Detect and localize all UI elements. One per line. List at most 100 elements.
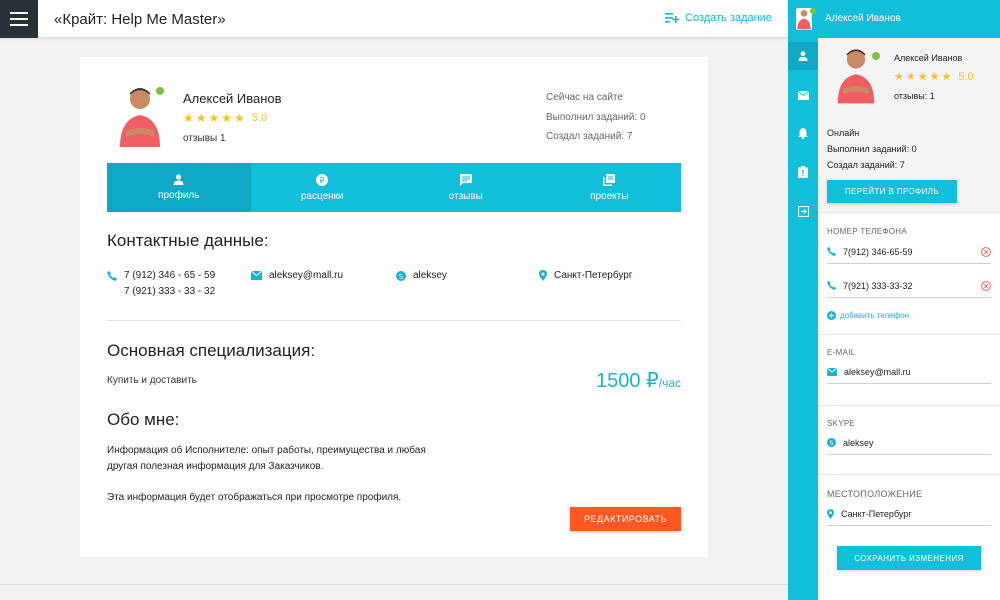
status-online: Сейчас на сайте — [546, 92, 623, 103]
star-icon: ★ — [208, 111, 220, 125]
mail-icon — [797, 90, 809, 100]
ruble-icon: ₽ — [316, 173, 329, 186]
star-icon: ★ — [941, 71, 952, 83]
phone-field-1[interactable]: 7(912) 346-65-59 — [827, 240, 991, 264]
panel-reviews: отзывы: 1 — [894, 91, 935, 101]
location-icon — [827, 508, 834, 519]
mail-icon — [827, 367, 837, 376]
phone-icon — [827, 247, 836, 256]
location-label: МЕСТОПОЛОЖЕНИЕ — [827, 489, 923, 499]
header-user-name: Алексей Иванов — [825, 13, 901, 24]
divider — [818, 405, 1000, 406]
panel-header: Алексей Иванов — [788, 0, 1000, 38]
skype-value: aleksey — [843, 437, 874, 448]
person-icon — [798, 51, 808, 61]
svg-text:S: S — [830, 440, 834, 447]
divider — [107, 320, 681, 321]
tasks-created: Создал заданий: 7 — [546, 131, 633, 142]
svg-text:S: S — [399, 273, 404, 281]
top-bar: «Крайт: Help Me Master» Создать задание — [0, 0, 788, 38]
specialization-text: Купить и доставить — [107, 375, 197, 386]
save-changes-button[interactable]: СОХРАНИТЬ ИЗМЕНЕНИЯ — [837, 546, 981, 570]
contact-phone-1: 7 (912) 346 - 65 - 59 — [124, 270, 216, 281]
remove-icon[interactable] — [981, 246, 991, 257]
price: 1500 ₽/час — [596, 368, 681, 393]
skype-icon: S — [827, 438, 836, 447]
create-task-label: Создать задание — [685, 12, 772, 24]
panel-tasks-created: Создал заданий: 7 — [827, 160, 905, 170]
about-note: Эта информация будет отображаться при пр… — [107, 492, 402, 503]
divider — [818, 474, 1000, 475]
contact-phone-2: 7 (921) 333 - 33 - 32 — [124, 286, 216, 297]
go-to-profile-button[interactable]: ПЕРЕЙТИ В ПРОФИЛЬ — [827, 180, 957, 203]
phone-label: НОМЕР ТЕЛЕФОНА — [827, 227, 907, 236]
online-indicator — [156, 87, 164, 95]
tab-label: расценки — [300, 190, 344, 202]
price-unit: /час — [658, 376, 681, 390]
tab-label: профиль — [158, 190, 200, 201]
logout-icon — [797, 205, 809, 217]
star-icon: ★ — [195, 111, 207, 125]
tab-projects[interactable]: проекты — [538, 163, 682, 212]
rating-score: 5.0 — [251, 112, 268, 124]
reviews-count[interactable]: отзывы 1 — [183, 133, 226, 144]
star-icon: ★ — [905, 71, 916, 83]
location-value: Санкт-Петербург — [841, 508, 912, 519]
contacts-title: Контактные данные: — [107, 231, 269, 250]
tab-label: проекты — [590, 190, 629, 202]
add-phone-button[interactable]: добавить телефон — [827, 311, 909, 320]
star-icon: ★ — [929, 71, 940, 83]
panel-rating-stars: ★ ★ ★ ★ ★ 5.0 — [894, 70, 974, 84]
profile-tabs: профиль ₽ расценки отзывы проекты — [107, 163, 681, 212]
phone-icon — [107, 271, 117, 281]
star-icon: ★ — [917, 71, 928, 83]
comment-icon — [459, 173, 472, 186]
specialization-title: Основная специализация: — [107, 341, 316, 360]
star-icon: ★ — [234, 111, 245, 125]
skype-field[interactable]: S aleksey — [827, 431, 991, 455]
rail-notifications[interactable] — [788, 119, 818, 147]
tab-reviews[interactable]: отзывы — [394, 163, 538, 212]
email-field[interactable]: aleksey@mall.ru — [827, 360, 991, 384]
panel-name: Алексей Иванов — [894, 53, 963, 63]
contact-skype-text: aleksey — [413, 270, 447, 281]
bell-icon — [798, 127, 808, 139]
email-value: aleksey@mall.ru — [844, 366, 911, 377]
phone-icon — [827, 281, 836, 290]
phone-value-1: 7(912) 346-65-59 — [843, 246, 913, 257]
contact-location: Санкт-Петербург — [539, 268, 632, 284]
app-title: «Крайт: Help Me Master» — [54, 11, 226, 28]
location-field[interactable]: Санкт-Петербург — [827, 502, 991, 526]
library-icon — [603, 173, 616, 186]
online-indicator — [872, 52, 880, 60]
svg-text:₽: ₽ — [320, 176, 325, 185]
edit-button[interactable]: РЕДАКТИРОВАТЬ — [570, 507, 681, 531]
rail-logout[interactable] — [788, 197, 818, 225]
mail-icon — [251, 271, 262, 280]
rail-messages[interactable] — [788, 81, 818, 109]
tab-prices[interactable]: ₽ расценки — [251, 163, 395, 212]
phone-value-2: 7(921) 333-33-32 — [843, 280, 913, 291]
contact-skype: S aleksey — [396, 268, 447, 284]
remove-icon[interactable] — [981, 280, 991, 291]
add-circle-icon — [827, 311, 836, 320]
tab-profile[interactable]: профиль — [107, 163, 251, 212]
location-icon — [539, 270, 547, 281]
rail-profile[interactable] — [788, 42, 818, 70]
about-text: Информация об Исполнителе: опыт работы, … — [107, 443, 426, 475]
price-value: 1500 ₽ — [595, 370, 659, 392]
panel-rating-score: 5.0 — [958, 70, 974, 83]
menu-icon[interactable] — [0, 0, 38, 38]
skype-label: SKYPE — [827, 419, 856, 428]
contact-email-text: aleksey@mall.ru — [269, 270, 344, 281]
divider — [818, 334, 1000, 335]
profile-card: Алексей Иванов ★ ★ ★ ★ ★ 5.0 отзывы 1 Сейчас… — [80, 57, 708, 557]
phone-field-2[interactable]: 7(921) 333-33-32 — [827, 274, 991, 298]
add-phone-label: добавить телефон — [840, 311, 910, 320]
panel-summary: Алексей Иванов ★ ★ ★ ★ ★ 5.0 отзывы: 1 Онлай… — [818, 38, 1000, 213]
footer-divider — [0, 584, 788, 585]
about-line: другая полезная информация для Заказчико… — [107, 461, 324, 472]
online-indicator — [810, 8, 816, 14]
rail-tasks[interactable] — [788, 158, 818, 186]
create-task-button[interactable]: Создать задание — [665, 12, 772, 24]
